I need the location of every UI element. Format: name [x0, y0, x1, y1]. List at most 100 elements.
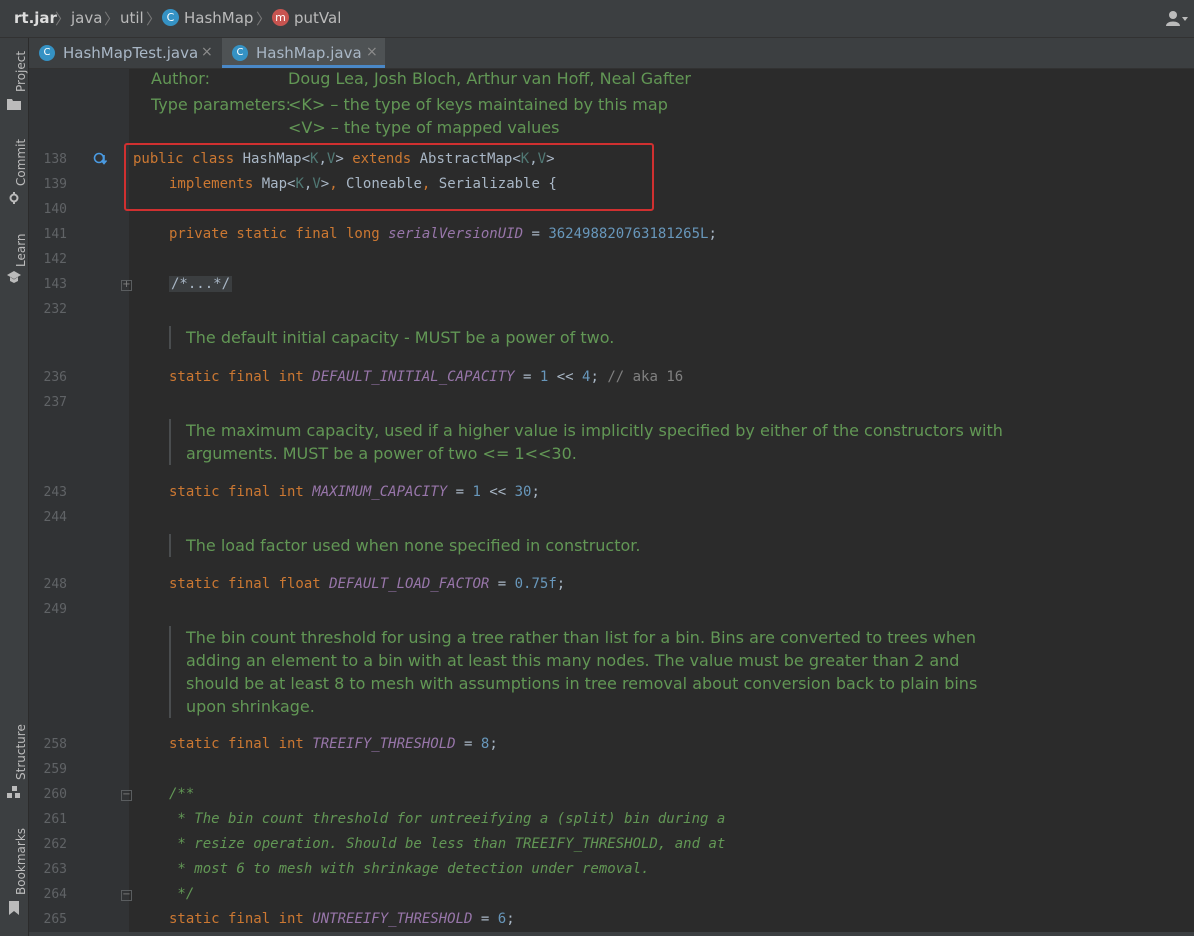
breadcrumb-separator: 〉 — [256, 10, 272, 28]
capacity-value: 4 — [582, 369, 591, 385]
line-number: 261 — [43, 812, 67, 827]
serial-value: 362498820763181265L — [548, 226, 709, 242]
close-icon[interactable]: × — [201, 44, 213, 60]
tool-commit-label: Commit — [14, 138, 28, 186]
tool-learn[interactable]: Learn — [0, 223, 28, 293]
javadoc-line: The bin count threshold for using a tree… — [186, 628, 977, 647]
rendered-javadoc-treeify: The bin count threshold for using a tree… — [169, 626, 977, 718]
javadoc-typeparam-v: <V> – the type of mapped values — [288, 118, 560, 137]
tool-bookmarks-label: Bookmarks — [14, 827, 28, 895]
tab-hashmaptest[interactable]: C HashMapTest.java × — [29, 38, 219, 68]
breadcrumb-separator: 〉 — [146, 10, 162, 28]
tool-learn-label: Learn — [14, 233, 28, 267]
line-number: 232 — [43, 302, 67, 317]
folder-icon — [7, 98, 21, 113]
javadoc-line: The default initial capacity - MUST be a… — [186, 328, 615, 347]
tool-structure[interactable]: Structure — [0, 718, 28, 808]
line-number: 259 — [43, 762, 67, 777]
tool-structure-label: Structure — [14, 724, 28, 780]
code-line-258: static final int TREEIFY_THRESHOLD = 8; — [169, 736, 498, 752]
code-line-260: /** — [169, 786, 195, 802]
horizontal-scrollbar[interactable] — [29, 932, 1194, 936]
tab-label: HashMap.java — [256, 44, 362, 62]
line-number: 248 — [43, 577, 67, 592]
line-number: 249 — [43, 602, 67, 617]
breadcrumb-package-util[interactable]: util — [120, 9, 144, 27]
tab-hashmap[interactable]: C HashMap.java × — [222, 38, 385, 68]
code-line-261: * The bin count threshold for untreeifyi… — [169, 811, 726, 827]
line-number: 236 — [43, 370, 67, 385]
user-icon[interactable] — [1166, 10, 1188, 30]
code-line-243: static final int MAXIMUM_CAPACITY = 1 <<… — [169, 484, 540, 500]
treeify-value: 8 — [480, 736, 490, 752]
line-number: 263 — [43, 862, 67, 877]
line-number: 138 — [43, 152, 67, 167]
fold-collapse-icon[interactable]: − — [121, 890, 132, 901]
class-icon: C — [39, 45, 55, 61]
code-line-236: static final int DEFAULT_INITIAL_CAPACIT… — [169, 369, 684, 385]
javadoc-line: upon shrinkage. — [186, 697, 315, 716]
class-icon: C — [232, 45, 248, 61]
line-number: 260 — [43, 787, 67, 802]
rendered-javadoc-capacity: The default initial capacity - MUST be a… — [169, 326, 614, 349]
line-number: 258 — [43, 737, 67, 752]
editor-tab-bar: C HashMapTest.java × C HashMap.java × — [29, 38, 1194, 69]
line-number: 139 — [43, 177, 67, 192]
load-value: 0.75f — [514, 576, 557, 592]
line-number: 142 — [43, 252, 67, 267]
tool-bookmarks[interactable]: Bookmarks — [0, 823, 28, 923]
javadoc-line: arguments. MUST be a power of two <= 1<<… — [186, 444, 577, 463]
line-number: 243 — [43, 485, 67, 500]
line-number: 143 — [43, 277, 67, 292]
tab-label: HashMapTest.java — [63, 44, 199, 62]
rendered-javadoc-max: The maximum capacity, used if a higher v… — [169, 419, 1003, 465]
bookmark-icon — [7, 901, 21, 918]
code-line-141: private static final long serialVersionU… — [169, 226, 717, 242]
breadcrumb-class[interactable]: HashMap — [184, 9, 253, 27]
navigation-bar: rt.jar 〉 java 〉 util 〉 C HashMap 〉 m put… — [0, 0, 1194, 38]
line-number: 237 — [43, 395, 67, 410]
class-icon: C — [162, 9, 179, 26]
javadoc-typeparam-k: <K> – the type of keys maintained by thi… — [288, 95, 668, 114]
javadoc-author-label: Author: — [151, 69, 210, 88]
commit-icon — [7, 192, 21, 207]
breadcrumb-separator: 〉 — [55, 10, 71, 28]
code-editor[interactable]: Author: Doug Lea, Josh Bloch, Arthur van… — [29, 69, 1194, 936]
fold-expand-icon[interactable]: + — [121, 280, 132, 291]
javadoc-line: should be at least 8 to mesh with assump… — [186, 674, 978, 693]
javadoc-typeparams-label: Type parameters: — [151, 95, 292, 114]
breadcrumb-package-java[interactable]: java — [71, 9, 102, 27]
method-icon: m — [272, 9, 289, 26]
breadcrumb-method[interactable]: putVal — [294, 9, 341, 27]
code-line-262: * resize operation. Should be less than … — [169, 836, 726, 852]
javadoc-line: The maximum capacity, used if a higher v… — [186, 421, 1003, 440]
code-line-264: */ — [169, 886, 195, 902]
line-number: 244 — [43, 510, 67, 525]
breadcrumb-separator: 〉 — [104, 10, 120, 28]
close-icon[interactable]: × — [366, 44, 378, 60]
graduation-cap-icon — [7, 271, 21, 286]
structure-icon — [7, 786, 21, 801]
breadcrumb-jar[interactable]: rt.jar — [14, 9, 57, 27]
code-line-248: static final float DEFAULT_LOAD_FACTOR =… — [169, 576, 566, 592]
tool-project-label: Project — [14, 50, 28, 92]
tool-project[interactable]: Project — [0, 38, 28, 118]
fold-collapse-icon[interactable]: − — [121, 790, 132, 801]
line-number: 264 — [43, 887, 67, 902]
untreeify-value: 6 — [497, 911, 507, 927]
tool-commit[interactable]: Commit — [0, 128, 28, 208]
javadoc-line: adding an element to a bin with at least… — [186, 651, 960, 670]
tool-window-strip: Project Commit Learn Structure Bookmarks — [0, 38, 29, 936]
overridden-method-icon[interactable] — [93, 151, 109, 171]
line-number: 140 — [43, 202, 67, 217]
code-line-263: * most 6 to mesh with shrinkage detectio… — [169, 861, 650, 877]
folded-comment[interactable]: /*...*/ — [169, 276, 233, 292]
javadoc-line: The load factor used when none specified… — [186, 536, 641, 555]
line-number: 265 — [43, 912, 67, 927]
line-number: 262 — [43, 837, 67, 852]
javadoc-author-value: Doug Lea, Josh Bloch, Arthur van Hoff, N… — [288, 69, 691, 88]
max-value: 30 — [514, 484, 532, 500]
line-number: 141 — [43, 227, 67, 242]
code-line-265: static final int UNTREEIFY_THRESHOLD = 6… — [169, 911, 515, 927]
rendered-javadoc-load: The load factor used when none specified… — [169, 534, 640, 557]
